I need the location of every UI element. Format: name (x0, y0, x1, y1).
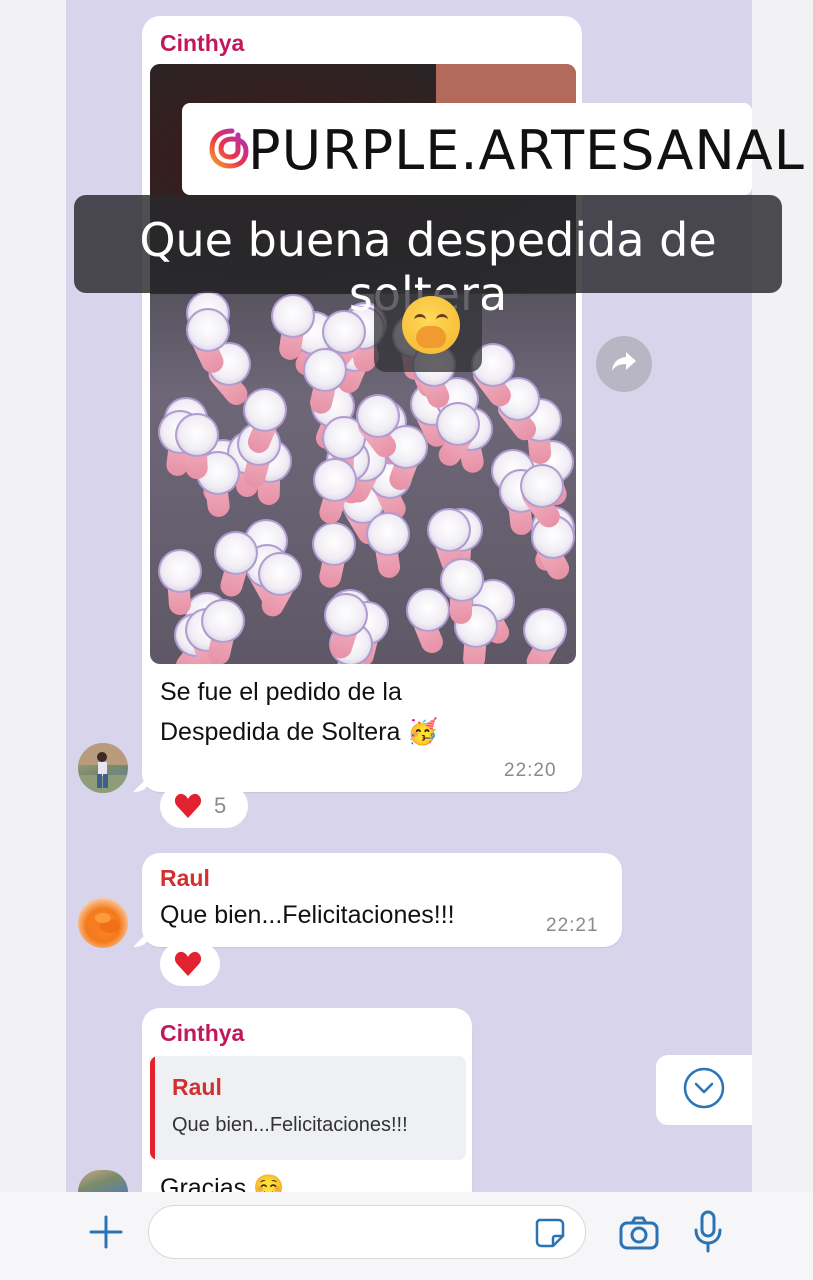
reaction-heart[interactable] (160, 942, 220, 986)
partying-face-emoji: 🥳 (407, 718, 439, 746)
reaction-count: 5 (214, 793, 227, 818)
chevron-down-icon (682, 1066, 726, 1115)
plus-icon (88, 1214, 124, 1255)
camera-button[interactable] (614, 1210, 664, 1260)
message-text: Que bien...Felicitaciones!!! (160, 901, 455, 929)
message-bubble-cinthya-reply[interactable]: Cinthya Raul Que bien...Felicitaciones!!… (142, 1008, 472, 1208)
avatar-raul[interactable] (78, 898, 128, 948)
left-margin (0, 0, 66, 1192)
quote-text: Que bien...Felicitaciones!!! (172, 1114, 408, 1136)
caption-emoji-box (374, 290, 482, 372)
sender-name: Raul (160, 865, 210, 891)
heart-icon (174, 793, 202, 819)
share-icon (610, 350, 638, 379)
instagram-icon (204, 123, 254, 173)
voice-button[interactable] (686, 1208, 730, 1260)
message-input-bar (0, 1192, 813, 1280)
instagram-handle-badge: PURPLE.ARTESANAL (182, 103, 804, 195)
avatar-cinthya[interactable] (78, 743, 128, 793)
message-time: 22:20 (504, 760, 557, 781)
instagram-handle: PURPLE.ARTESANAL (248, 119, 805, 182)
message-text-line2: Despedida de Soltera 🥳 (160, 718, 439, 746)
microphone-icon (692, 1210, 724, 1259)
share-button[interactable] (596, 336, 652, 392)
sender-name: Cinthya (160, 30, 245, 56)
message-bubble-raul[interactable]: Raul Que bien...Felicitaciones!!! 22:21 (142, 853, 622, 947)
message-text-line1: Se fue el pedido de la (160, 678, 402, 706)
camera-icon (618, 1215, 660, 1256)
message-time: 22:21 (546, 915, 599, 936)
message-input[interactable] (148, 1205, 586, 1259)
story-caption: Que buena despedida de soltera (74, 195, 782, 321)
face-with-hand-over-mouth-icon (402, 296, 460, 354)
quote-sender: Raul (172, 1074, 222, 1100)
heart-icon (174, 951, 202, 977)
attach-button[interactable] (82, 1210, 130, 1258)
sticker-icon[interactable] (533, 1216, 567, 1255)
scroll-to-bottom-button[interactable] (656, 1055, 752, 1125)
reaction-heart-count[interactable]: 5 (160, 784, 248, 828)
sender-name: Cinthya (160, 1020, 245, 1046)
quoted-message[interactable]: Raul Que bien...Felicitaciones!!! (150, 1056, 466, 1160)
